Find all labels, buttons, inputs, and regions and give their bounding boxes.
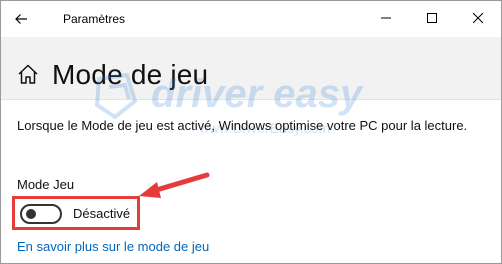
minimize-button[interactable] (363, 1, 409, 35)
header-divider (1, 99, 501, 100)
settings-window: Paramètres Mode de jeu driver easy www.D… (0, 0, 502, 264)
back-button[interactable] (7, 5, 35, 33)
maximize-icon (427, 13, 437, 23)
learn-more-link[interactable]: En savoir plus sur le mode de jeu (17, 239, 209, 254)
minimize-icon (381, 17, 391, 19)
game-mode-description: Lorsque le Mode de jeu est activé, Windo… (17, 118, 468, 133)
close-icon (473, 13, 483, 23)
annotation-arrow-icon (139, 172, 210, 198)
back-arrow-icon (15, 14, 27, 24)
close-button[interactable] (455, 1, 501, 35)
page-header: Mode de jeu (1, 37, 501, 99)
home-icon (18, 64, 38, 84)
annotation-highlight-box (12, 196, 140, 230)
app-title: Paramètres (63, 12, 126, 26)
title-bar: Paramètres (1, 1, 501, 37)
page-title: Mode de jeu (52, 59, 209, 90)
game-mode-label: Mode Jeu (17, 177, 75, 192)
maximize-button[interactable] (409, 1, 455, 35)
